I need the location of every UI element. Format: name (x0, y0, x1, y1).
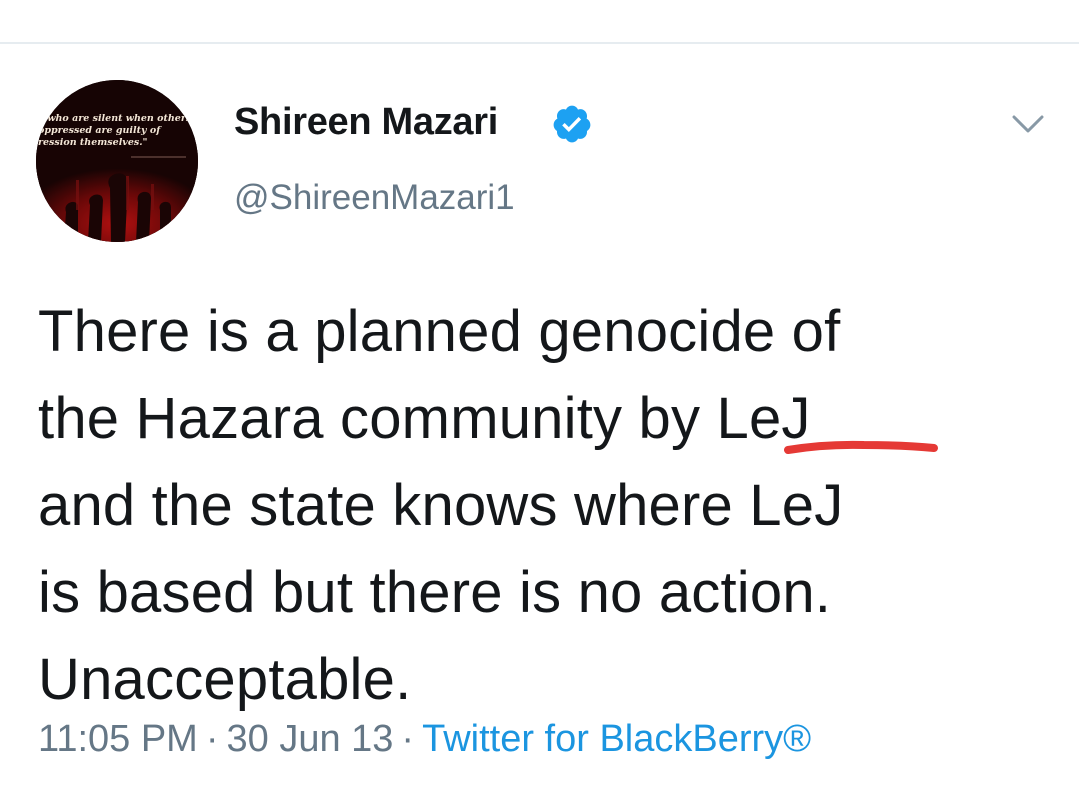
user-handle[interactable]: @ShireenMazari1 (234, 178, 515, 218)
red-underline-mark (784, 440, 938, 454)
avatar-quote-line: e who are silent when others (38, 113, 192, 124)
avatar[interactable]: e who are silent when others oppressed a… (36, 80, 198, 242)
top-divider (0, 42, 1079, 44)
tweet-line: Unacceptable. (38, 647, 412, 712)
chevron-down-icon[interactable] (1010, 112, 1046, 136)
avatar-quote: e who are silent when others oppressed a… (38, 113, 198, 149)
avatar-image (36, 80, 198, 242)
tweet-meta: 11:05 PM · 30 Jun 13 · Twitter for BlackBerr… (38, 718, 811, 761)
display-name[interactable]: Shireen Mazari (234, 101, 498, 144)
meta-separator: · (205, 718, 219, 760)
verified-badge-icon (553, 105, 591, 143)
meta-separator: · (401, 718, 415, 760)
tweet-text: There is a planned genocide of the Hazar… (38, 288, 1038, 723)
tweet-line: is based but there is no action. (38, 560, 832, 625)
tweet-card: e who are silent when others oppressed a… (0, 0, 1079, 800)
tweet-time[interactable]: 11:05 PM (38, 718, 198, 760)
tweet-source-link[interactable]: Twitter for BlackBerry® (422, 718, 811, 760)
tweet-line: There is a planned genocide of (38, 299, 841, 364)
tweet-line: and the state knows where LeJ (38, 473, 844, 538)
avatar-quote-line: oppressed are guilty of (38, 125, 161, 136)
avatar-quote-line: ression themselves." (38, 137, 148, 148)
tweet-date[interactable]: 30 Jun 13 (227, 718, 394, 760)
